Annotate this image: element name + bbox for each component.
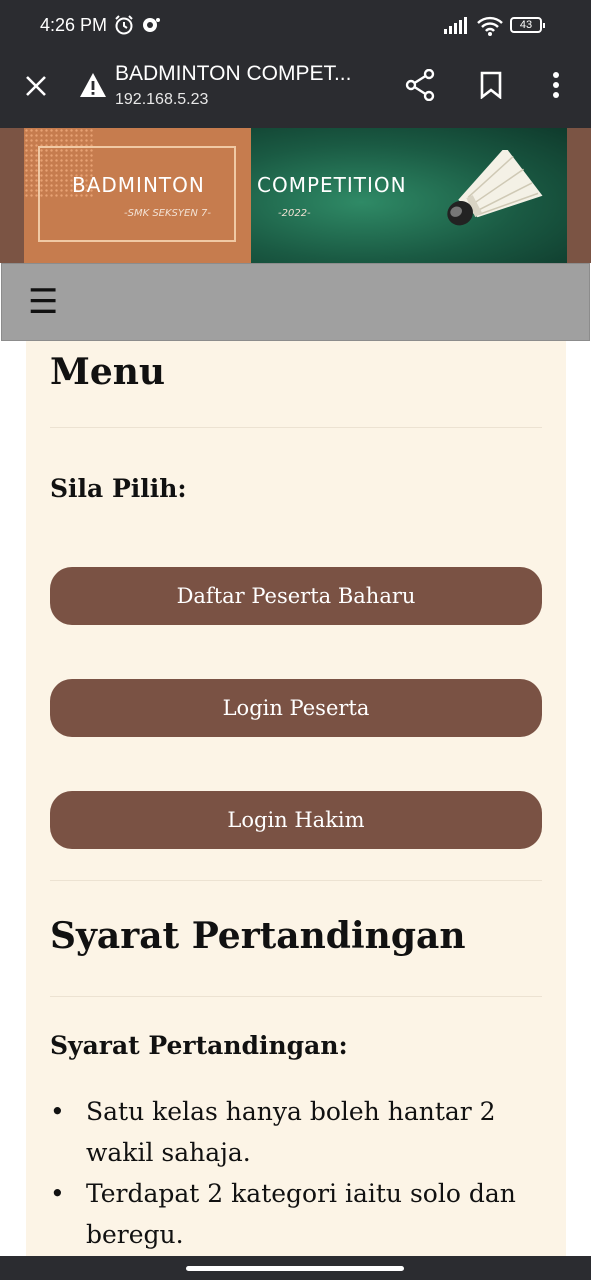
home-gesture-handle[interactable] xyxy=(186,1266,404,1271)
warning-icon[interactable] xyxy=(78,70,108,100)
site-banner: BADMINTON COMPETITION -SMK SEKSYEN 7- -2… xyxy=(0,128,591,263)
hamburger-icon[interactable]: ☰ xyxy=(28,285,58,320)
shuttlecock-icon xyxy=(447,150,543,226)
system-nav-bar xyxy=(0,1256,591,1280)
rules-list: • Satu kelas hanya boleh hantar 2 wakil … xyxy=(50,1091,530,1255)
bookmark-icon[interactable] xyxy=(476,68,506,102)
status-bar: 4:26 PM 43 xyxy=(0,0,591,52)
menu-heading: Menu xyxy=(50,351,166,393)
list-item: • Satu kelas hanya boleh hantar 2 wakil … xyxy=(50,1091,530,1173)
battery-icon: 43 xyxy=(510,17,545,33)
browser-toolbar: BADMINTON COMPET... 192.168.5.23 xyxy=(0,52,591,128)
bullet-icon: • xyxy=(50,1179,65,1208)
bullet-icon: • xyxy=(50,1097,65,1126)
register-participant-button[interactable]: Daftar Peserta Baharu xyxy=(50,567,542,625)
rules-subheading: Syarat Pertandingan: xyxy=(50,1031,348,1060)
banner-title-part1: BADMINTON xyxy=(72,173,205,197)
menu-prompt: Sila Pilih: xyxy=(50,474,187,503)
rule-text: Terdapat 2 kategori iaitu solo dan bereg… xyxy=(86,1179,516,1249)
share-icon[interactable] xyxy=(403,68,437,102)
participant-login-button[interactable]: Login Peserta xyxy=(50,679,542,737)
close-icon[interactable] xyxy=(20,70,52,102)
notification-icon xyxy=(141,16,161,39)
rules-heading: Syarat Pertandingan xyxy=(50,915,466,957)
status-time: 4:26 PM xyxy=(40,15,108,35)
page-url[interactable]: 192.168.5.23 xyxy=(115,91,208,109)
judge-login-button[interactable]: Login Hakim xyxy=(50,791,542,849)
nav-bar: ☰ xyxy=(1,263,590,341)
banner-school: -SMK SEKSYEN 7- xyxy=(124,208,211,219)
wifi-icon xyxy=(476,15,504,42)
divider xyxy=(50,427,542,428)
content-card: Menu Sila Pilih: Daftar Peserta Baharu L… xyxy=(26,341,566,1256)
banner-title-part2: COMPETITION xyxy=(257,173,407,197)
signal-icon xyxy=(443,17,469,40)
page-title[interactable]: BADMINTON COMPET... xyxy=(115,62,377,86)
banner-year: -2022- xyxy=(278,208,311,219)
more-icon[interactable] xyxy=(544,68,568,102)
divider xyxy=(50,996,542,997)
divider xyxy=(50,880,542,881)
alarm-icon xyxy=(113,14,135,41)
list-item: • Terdapat 2 kategori iaitu solo dan ber… xyxy=(50,1173,530,1255)
rule-text: Satu kelas hanya boleh hantar 2 wakil sa… xyxy=(86,1097,496,1167)
